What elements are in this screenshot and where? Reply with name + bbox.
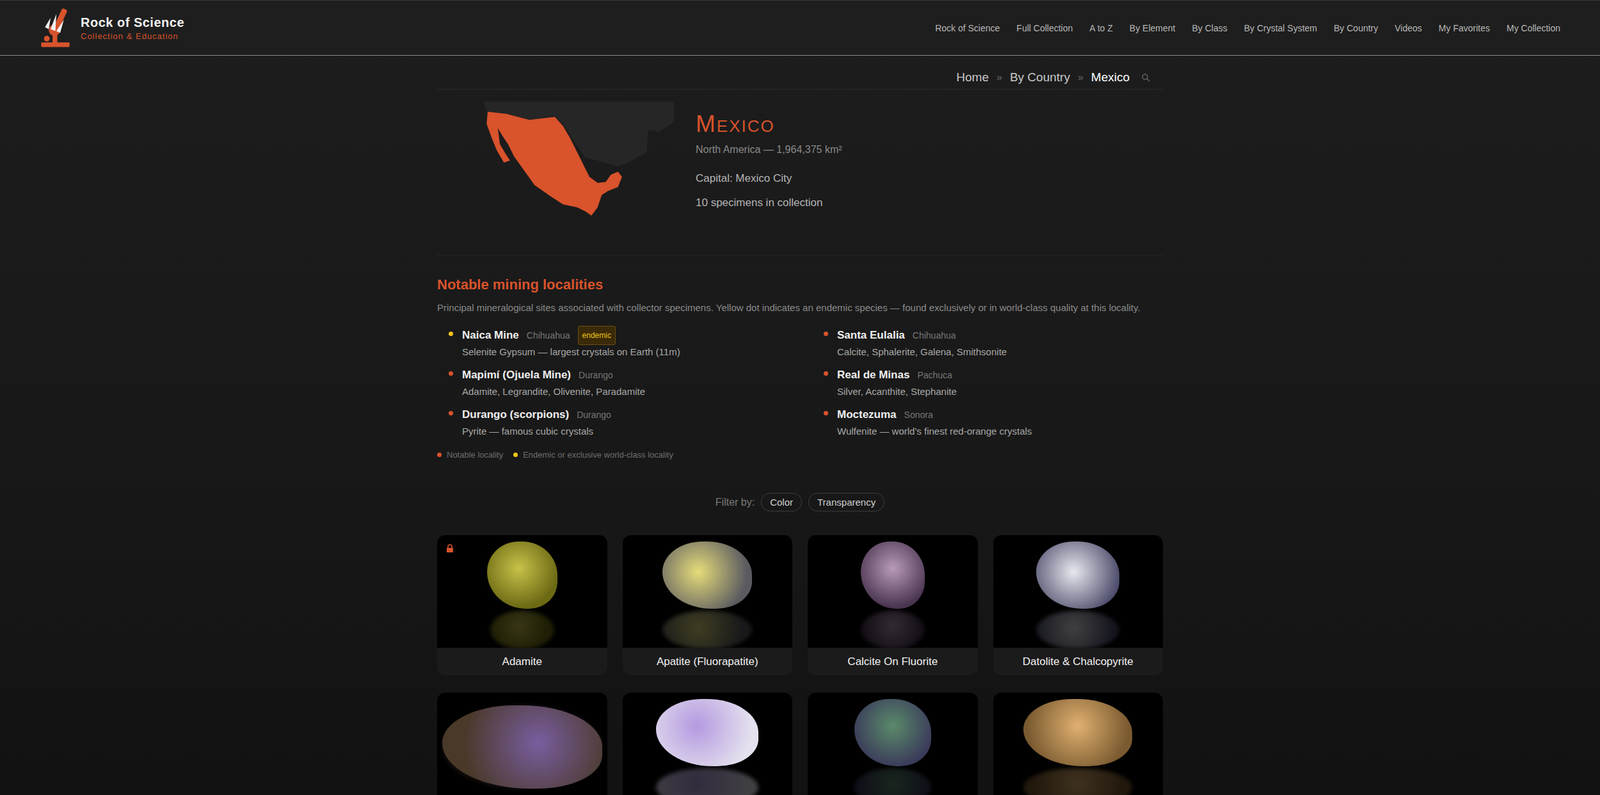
specimen-card[interactable] — [993, 692, 1164, 795]
specimen-photo — [622, 535, 793, 648]
nav-item[interactable]: By Element — [1129, 23, 1176, 34]
specimen-name: Adamite — [437, 647, 608, 676]
logo-title: Rock of Science — [80, 15, 185, 31]
legend: Notable locality Endemic or exclusive wor… — [437, 449, 1163, 460]
nav-item[interactable]: Rock of Science — [935, 23, 1000, 34]
locality-description: Silver, Acanthite, Stephanite — [837, 384, 957, 399]
country-header: Mexico North America — 1,964,375 km² Cap… — [437, 89, 1163, 256]
specimen-photo — [807, 692, 978, 795]
locality-dot — [823, 331, 829, 336]
legend-label: Endemic or exclusive world-class localit… — [522, 449, 674, 460]
locality-region: Chihuahua — [526, 330, 571, 341]
logo-subtitle: Collection & Education — [80, 31, 185, 41]
lock-icon — [446, 544, 454, 553]
locality-region: Durango — [576, 409, 612, 420]
nav-item[interactable]: My Collection — [1506, 23, 1561, 34]
breadcrumb-separator: » — [1077, 71, 1084, 84]
locality-name[interactable]: Mapimí (Ojuela Mine) — [462, 368, 571, 382]
locality-description: Wulfenite — world's finest red-orange cr… — [837, 424, 1032, 439]
breadcrumb: Home » By Country » Mexico — [437, 55, 1163, 90]
locality-item: Real de Minas Pachuca Silver, Acanthite, S… — [823, 365, 1163, 399]
main-nav: Rock of Science Full Collection A to Z By E… — [935, 23, 1561, 34]
filter-label: Filter by: — [715, 496, 755, 509]
specimen-card[interactable] — [807, 692, 978, 795]
specimen-count: 10 specimens in collection — [695, 196, 843, 210]
specimen-name: Apatite (Fluorapatite) — [622, 647, 793, 676]
locality-name[interactable]: Santa Eulalia — [837, 328, 905, 342]
locality-dot — [823, 410, 829, 416]
country-map — [437, 101, 674, 223]
breadcrumb-item[interactable]: Mexico — [1091, 70, 1130, 85]
country-region: North America — 1,964,375 km² — [695, 144, 843, 156]
endemic-badge: endemic — [577, 325, 616, 345]
country-name: Mexico — [695, 111, 843, 138]
specimen-grid: Adamite Apatite (Fluorapatite) Calcite On … — [437, 535, 1163, 795]
filter-button[interactable]: Transparency — [808, 492, 885, 512]
mexico-map-icon — [465, 101, 674, 219]
locality-description: Adamite, Legrandite, Olivenite, Paradami… — [462, 384, 646, 399]
breadcrumb-separator: » — [996, 71, 1003, 84]
locality-item: Santa Eulalia Chihuahua Calcite, Sphalerit… — [823, 325, 1163, 360]
localities-list: Naica Mine Chihuahua endemicSelenite Gypsu… — [437, 325, 1163, 439]
locality-description: Selenite Gypsum — largest crystals on Ea… — [462, 344, 681, 360]
nav-item[interactable]: By Country — [1333, 23, 1378, 34]
filter-button[interactable]: Color — [760, 492, 802, 512]
country-capital: Capital: Mexico City — [695, 172, 843, 185]
search-icon[interactable] — [1141, 72, 1151, 82]
locality-region: Durango — [578, 369, 614, 381]
locality-region: Sonora — [904, 409, 934, 420]
locality-dot — [823, 371, 829, 376]
breadcrumb-item[interactable]: Home — [956, 70, 989, 85]
section-title: Notable mining localities — [437, 276, 1163, 294]
specimen-name: Calcite On Fluorite — [807, 647, 978, 676]
specimen-photo — [622, 692, 793, 795]
section-description: Principal mineralogical sites associated… — [437, 302, 1163, 313]
nav-item[interactable]: A to Z — [1089, 23, 1113, 34]
filter-bar: Filter by: Color Transparency — [437, 492, 1163, 512]
specimen-photo — [807, 535, 978, 648]
specimen-photo — [993, 535, 1164, 648]
locality-item: Durango (scorpions) Durango Pyrite — famou… — [448, 405, 824, 439]
legend-label: Notable locality — [446, 449, 504, 460]
legend-dot — [513, 452, 518, 457]
nav-item[interactable]: Videos — [1394, 23, 1423, 34]
specimen-card[interactable]: Adamite — [437, 535, 608, 676]
locality-name[interactable]: Durango (scorpions) — [462, 408, 569, 422]
locality-description: Calcite, Sphalerite, Galena, Smithsonite — [837, 344, 1007, 360]
specimen-photo — [437, 535, 608, 648]
locality-dot — [448, 410, 454, 416]
legend-item: Notable locality — [437, 449, 504, 460]
specimen-card[interactable]: Apatite (Fluorapatite) — [622, 535, 793, 676]
specimen-card[interactable] — [622, 692, 793, 795]
specimen-card[interactable] — [437, 692, 608, 795]
logo[interactable]: Rock of Science Collection & Education — [37, 4, 185, 52]
locality-item: Mapimí (Ojuela Mine) Durango Adamite, Legr… — [448, 365, 824, 399]
legend-item: Endemic or exclusive world-class localit… — [513, 449, 674, 460]
locality-dot — [448, 371, 454, 376]
nav-item[interactable]: Full Collection — [1016, 23, 1073, 34]
locality-dot — [448, 331, 454, 336]
specimen-photo — [993, 692, 1164, 795]
nav-item[interactable]: My Favorites — [1438, 23, 1490, 34]
specimen-card[interactable]: Datolite & Chalcopyrite — [993, 535, 1164, 676]
specimen-card[interactable]: Calcite On Fluorite — [807, 535, 978, 676]
specimen-photo — [437, 692, 608, 795]
top-bar: Rock of Science Collection & Education R… — [0, 0, 1600, 56]
nav-item[interactable]: By Class — [1191, 23, 1227, 34]
legend-dot — [437, 452, 442, 457]
nav-item[interactable]: By Crystal System — [1244, 23, 1318, 34]
locality-name[interactable]: Naica Mine — [462, 328, 520, 342]
locality-name[interactable]: Moctezuma — [837, 408, 897, 422]
locality-region: Chihuahua — [912, 330, 957, 341]
locality-description: Pyrite — famous cubic crystals — [462, 424, 612, 439]
locality-item: Naica Mine Chihuahua endemicSelenite Gypsu… — [448, 325, 824, 360]
breadcrumb-item[interactable]: By Country — [1009, 70, 1071, 85]
specimen-name: Datolite & Chalcopyrite — [993, 647, 1164, 676]
locality-name[interactable]: Real de Minas — [837, 368, 910, 382]
locality-region: Pachuca — [917, 369, 952, 381]
microscope-logo-icon — [37, 4, 76, 52]
locality-item: Moctezuma Sonora Wulfenite — world's fines… — [823, 405, 1163, 439]
